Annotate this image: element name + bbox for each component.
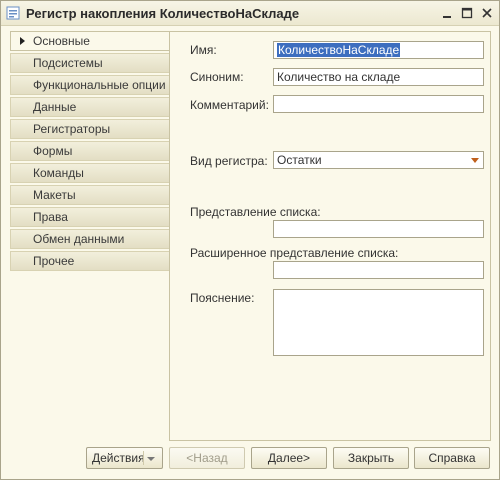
title-bar: Регистр накопления КоличествоНаСкладе xyxy=(1,1,499,26)
sidebar-item-label: Подсистемы xyxy=(33,56,103,70)
sidebar-item-label: Права xyxy=(33,210,68,224)
synonym-label: Синоним: xyxy=(190,70,244,84)
sidebar-item-main[interactable]: Основные xyxy=(10,31,169,51)
actions-separator xyxy=(143,451,144,465)
sidebar-item-label: Формы xyxy=(33,144,73,158)
name-label: Имя: xyxy=(190,43,217,57)
sidebar-item-recorders[interactable]: Регистраторы xyxy=(10,119,169,139)
sidebar-item-forms[interactable]: Формы xyxy=(10,141,169,161)
minimize-icon[interactable] xyxy=(438,4,456,22)
extended-list-presentation-field[interactable] xyxy=(273,261,484,279)
sidebar-item-data[interactable]: Данные xyxy=(10,97,169,117)
sidebar-item-label: Основные xyxy=(33,34,90,48)
register-icon xyxy=(6,6,20,20)
register-type-label: Вид регистра: xyxy=(190,154,268,168)
list-presentation-field[interactable] xyxy=(273,220,484,238)
back-button[interactable]: <Назад xyxy=(169,447,245,469)
sidebar-item-other[interactable]: Прочее xyxy=(10,251,169,271)
list-presentation-label: Представление списка: xyxy=(190,205,321,219)
sidebar-item-data-exchange[interactable]: Обмен данными xyxy=(10,229,169,249)
sidebar-item-label: Макеты xyxy=(33,188,76,202)
register-type-value: Остатки xyxy=(277,153,322,167)
sidebar-item-label: Команды xyxy=(33,166,84,180)
actions-button-label: Действия xyxy=(92,451,145,465)
sidebar-item-subsystems[interactable]: Подсистемы xyxy=(10,53,169,73)
next-button[interactable]: Далее> xyxy=(251,447,327,469)
register-editor-window: Регистр накопления КоличествоНаСкладе Ос… xyxy=(0,0,500,480)
sidebar-item-label: Данные xyxy=(33,100,77,114)
extended-list-presentation-label: Расширенное представление списка: xyxy=(190,246,399,260)
close-icon[interactable] xyxy=(478,4,496,22)
active-item-arrow-icon xyxy=(20,37,25,45)
sidebar-item-label: Функциональные опции xyxy=(33,78,166,92)
name-field[interactable]: КоличествоНаСкладе xyxy=(273,41,484,59)
register-type-select[interactable]: Остатки xyxy=(273,151,484,169)
synonym-field[interactable]: Количество на складе xyxy=(273,68,484,86)
sidebar-item-rights[interactable]: Права xyxy=(10,207,169,227)
sidebar-item-label: Регистраторы xyxy=(33,122,111,136)
explanation-textarea[interactable] xyxy=(273,289,484,356)
comment-field[interactable] xyxy=(273,95,484,113)
sidebar-item-label: Прочее xyxy=(33,254,75,268)
actions-button[interactable]: Действия xyxy=(86,447,163,469)
sidebar-item-templates[interactable]: Макеты xyxy=(10,185,169,205)
comment-label: Комментарий: xyxy=(190,98,269,112)
sidebar-item-functional-options[interactable]: Функциональные опции xyxy=(10,75,169,95)
window-title: Регистр накопления КоличествоНаСкладе xyxy=(26,6,300,21)
name-field-value: КоличествоНаСкладе xyxy=(277,43,401,57)
sidebar-item-label: Обмен данными xyxy=(33,232,125,246)
sidebar-item-commands[interactable]: Команды xyxy=(10,163,169,183)
help-button[interactable]: Справка xyxy=(414,447,490,469)
close-button[interactable]: Закрыть xyxy=(333,447,409,469)
dropdown-arrow-icon[interactable] xyxy=(467,152,483,168)
maximize-icon[interactable] xyxy=(458,4,476,22)
explanation-label: Пояснение: xyxy=(190,291,255,305)
chevron-down-icon xyxy=(147,457,155,461)
